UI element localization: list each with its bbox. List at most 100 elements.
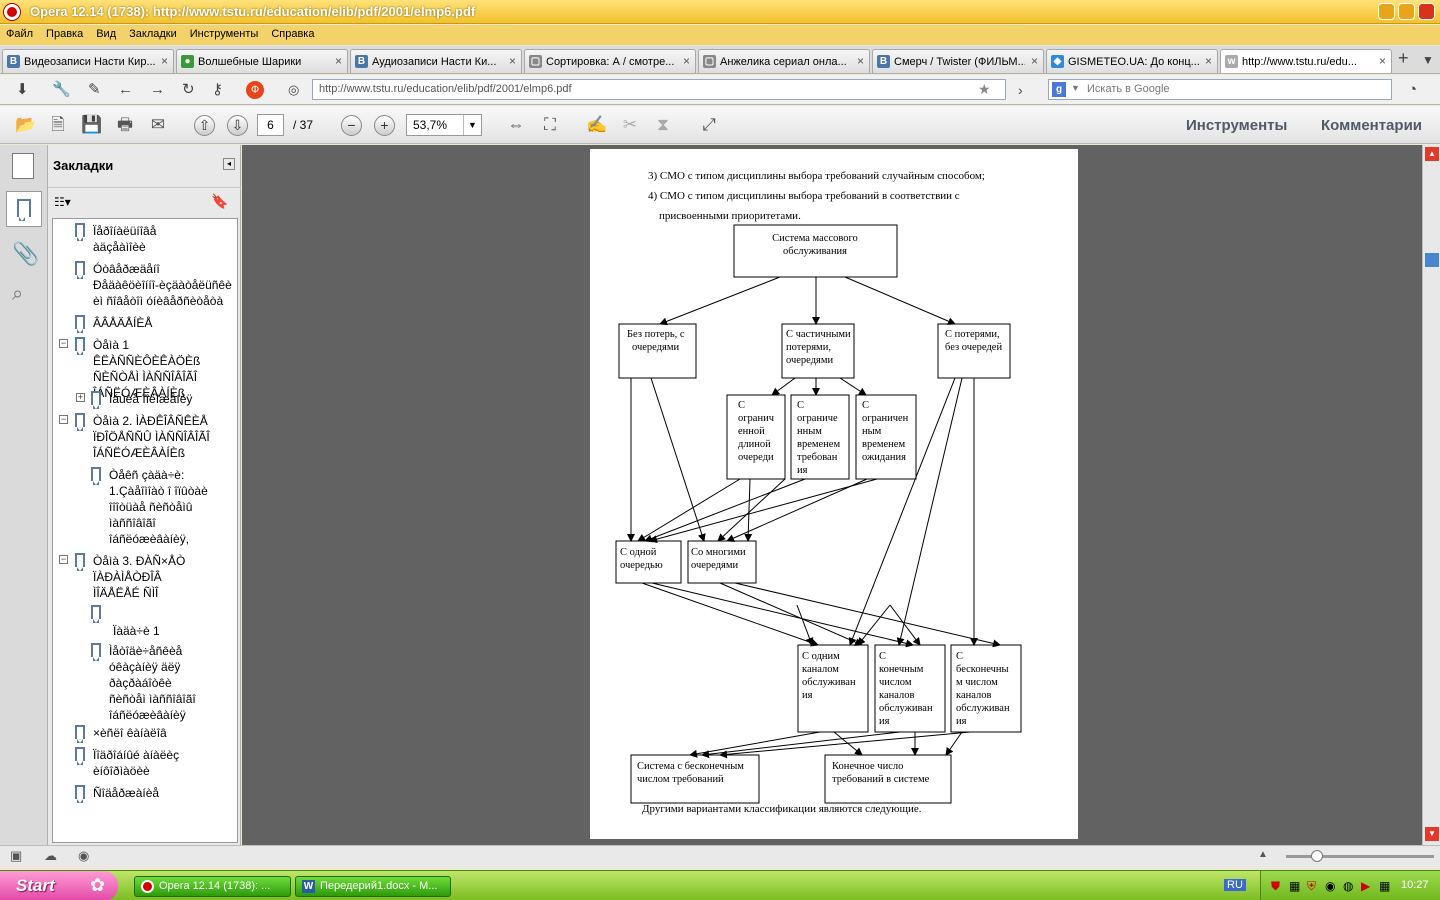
bookmark-item[interactable]: ×èñëî êàíàëîâ <box>93 725 167 741</box>
create-pdf-icon[interactable]: 🗎 <box>46 113 70 137</box>
close-tab-icon[interactable]: × <box>857 54 864 68</box>
close-tab-icon[interactable]: × <box>1031 54 1038 68</box>
page-thumbnails-icon[interactable] <box>12 153 34 179</box>
tab-2[interactable]: ● Волшебные Шарики × <box>176 49 348 73</box>
scroll-up-button[interactable]: ▲ <box>1425 147 1439 161</box>
back-button[interactable]: ← <box>118 82 133 98</box>
tray-app-icon[interactable]: ▦ <box>1379 879 1390 893</box>
scroll-down-button[interactable]: ▼ <box>1425 827 1439 841</box>
bookmark-item[interactable]: Îáùèå ïîëîæåíèÿ <box>109 391 192 407</box>
update-icon[interactable]: ◍ <box>1343 879 1353 893</box>
paperclip-icon[interactable]: 📎 <box>12 241 39 267</box>
tools-link[interactable]: Инструменты <box>1186 117 1287 134</box>
page-number-input[interactable]: 6 <box>257 114 284 136</box>
chevron-down-icon[interactable]: ▼ <box>463 115 481 135</box>
shield-icon[interactable]: ⛨ <box>1307 879 1316 894</box>
bookmarks-panel-button[interactable] <box>6 191 42 227</box>
collapse-icon[interactable]: − <box>59 339 68 348</box>
antivirus-icon[interactable]: ⛊ <box>1271 879 1280 894</box>
fit-page-icon[interactable]: ⛶ <box>538 113 562 137</box>
forward-button[interactable]: → <box>150 82 165 98</box>
speed-icon[interactable]: ◔ <box>1408 82 1417 98</box>
cloud-icon[interactable]: ☁ <box>44 848 57 864</box>
bookmark-item[interactable]: Ïåðîíàëüíîâå àäçåàìîèè <box>93 223 156 255</box>
bookmark-item[interactable]: Ìåòîäè÷åñêèå óêàçàíèÿ äëÿ ðàçðàáîòêè ñèñ… <box>109 643 196 723</box>
close-tab-icon[interactable]: × <box>161 54 168 68</box>
expand-icon[interactable]: + <box>76 393 85 402</box>
stamp-icon[interactable]: ⧗ <box>651 113 675 137</box>
print-icon[interactable]: 🖶 <box>113 113 137 137</box>
tab-4[interactable]: ▢ Сортировка: А / смотре... × <box>524 49 696 73</box>
zoom-slider[interactable] <box>1286 855 1434 858</box>
bookmark-item[interactable]: ÂÂÅÄÅÍÈÅ <box>93 315 152 331</box>
menu-tools[interactable]: Инструменты <box>184 25 266 40</box>
close-tab-icon[interactable]: × <box>1205 54 1212 68</box>
fullscreen-icon[interactable]: ⤢ <box>697 113 721 137</box>
close-tab-icon[interactable]: × <box>509 54 516 68</box>
menu-bookmarks[interactable]: Закладки <box>123 25 184 40</box>
task-opera[interactable]: Opera 12.14 (1738): ... <box>134 876 291 897</box>
volume-icon[interactable]: ◉ <box>1325 879 1335 893</box>
speed-dial-icon[interactable]: Ф <box>246 81 264 99</box>
close-tab-icon[interactable]: × <box>1379 54 1386 68</box>
search-input[interactable]: g ▼ Искать в Google <box>1048 79 1392 100</box>
bookmark-item[interactable]: Òåìà 2. ÌÀÐÊÎÂÑÊÈÅ ÏÐÎÖÅÑÑÛ ÌÀÑÑÎÂÎÃÎ ÎÁ… <box>93 413 210 461</box>
wrench-icon[interactable]: 🔧 <box>52 82 71 98</box>
panel-toggle-icon[interactable]: ▣ <box>10 848 22 864</box>
new-bookmark-icon[interactable]: 🔖 <box>211 193 228 210</box>
email-icon[interactable]: ✉ <box>146 113 170 137</box>
scroll-thumb[interactable] <box>1425 253 1439 267</box>
minimize-button[interactable] <box>1378 3 1395 20</box>
web-security-icon[interactable]: ◎ <box>288 82 299 98</box>
bookmark-item[interactable]: Òåêñ çàäà÷è: 1.Çàåîìîàò î îïûòàè îîîòüàå… <box>109 467 208 547</box>
download-icon[interactable]: ⬇ <box>16 82 29 98</box>
key-icon[interactable]: ⚷ <box>212 82 223 98</box>
next-page-button[interactable]: ⇩ <box>227 115 248 136</box>
tab-menu-button[interactable]: ▼ <box>1422 52 1434 68</box>
close-tab-icon[interactable]: × <box>335 54 342 68</box>
bookmark-star-icon[interactable]: ★ <box>978 81 991 97</box>
zoom-slider-handle[interactable] <box>1311 850 1323 862</box>
tab-3[interactable]: В Аудиозаписи Насти Ки... × <box>350 49 522 73</box>
language-indicator[interactable]: RU <box>1224 879 1246 891</box>
tab-6[interactable]: В Смерч / Twister (ФИЛЬМ... × <box>872 49 1044 73</box>
turbo-icon[interactable]: ◉ <box>78 848 89 864</box>
media-icon[interactable]: ▶ <box>1361 879 1370 893</box>
new-tab-button[interactable]: + <box>1398 49 1409 67</box>
sign-icon[interactable]: ✍ <box>585 113 609 137</box>
task-word[interactable]: W Передерий1.docx - М... <box>295 876 451 897</box>
binoculars-icon[interactable]: ⌕ <box>12 283 23 306</box>
comments-link[interactable]: Комментарии <box>1321 117 1422 134</box>
attach-icon[interactable]: ✂ <box>618 113 642 137</box>
collapse-icon[interactable]: − <box>59 415 68 424</box>
bookmark-item[interactable]: Òåìà 3. ÐÀÑ×ÅÒ ÏÀÐÀÌÅÒÐÎÂ ÌÎÄÅËÅÉ ÑÌÎ <box>93 553 185 601</box>
restore-button[interactable] <box>1398 3 1415 20</box>
collapse-panel-icon[interactable]: ◂ <box>223 158 235 170</box>
menu-view[interactable]: Вид <box>90 25 123 40</box>
pen-icon[interactable]: ✎ <box>88 82 101 98</box>
url-input[interactable]: http://www.tstu.ru/education/elib/pdf/20… <box>312 79 1006 100</box>
vertical-scrollbar[interactable]: ▲ ▼ <box>1422 145 1440 845</box>
zoom-out-button[interactable]: − <box>341 115 362 136</box>
open-file-icon[interactable]: 📂 <box>14 113 38 137</box>
bookmark-options-icon[interactable]: ☷▾ <box>54 195 71 209</box>
bookmark-item[interactable]: Óòâåðæäåíî Ðåäàêöèîííî-èçäàòåëüñêè èì ñî… <box>93 261 232 309</box>
go-button[interactable]: › <box>1018 82 1023 98</box>
menu-file[interactable]: Файл <box>0 25 40 40</box>
network-icon[interactable]: ▦ <box>1289 879 1300 893</box>
close-button[interactable] <box>1418 3 1435 20</box>
close-tab-icon[interactable]: × <box>683 54 690 68</box>
bookmark-item[interactable]: Ñîäåðæàíèå <box>93 785 159 801</box>
view-menu-icon[interactable]: ▲ <box>1258 849 1268 860</box>
search-engine-dropdown-icon[interactable]: ▼ <box>1071 83 1080 93</box>
document-viewport[interactable]: 3) СМО с типом дисциплины выбора требова… <box>242 145 1422 845</box>
zoom-in-button[interactable]: + <box>374 115 395 136</box>
zoom-level-select[interactable]: 53,7% ▼ <box>406 114 482 136</box>
menu-help[interactable]: Справка <box>265 25 321 40</box>
menu-edit[interactable]: Правка <box>40 25 90 40</box>
tab-7[interactable]: ◆ GISMETEO.UA: До конц... × <box>1046 49 1218 73</box>
save-icon[interactable]: 💾 <box>80 113 104 137</box>
collapse-icon[interactable]: − <box>59 555 68 564</box>
fit-width-icon[interactable]: ⇔ <box>504 113 528 137</box>
bookmark-item[interactable]: Ïàäà÷è 1 <box>113 623 160 639</box>
